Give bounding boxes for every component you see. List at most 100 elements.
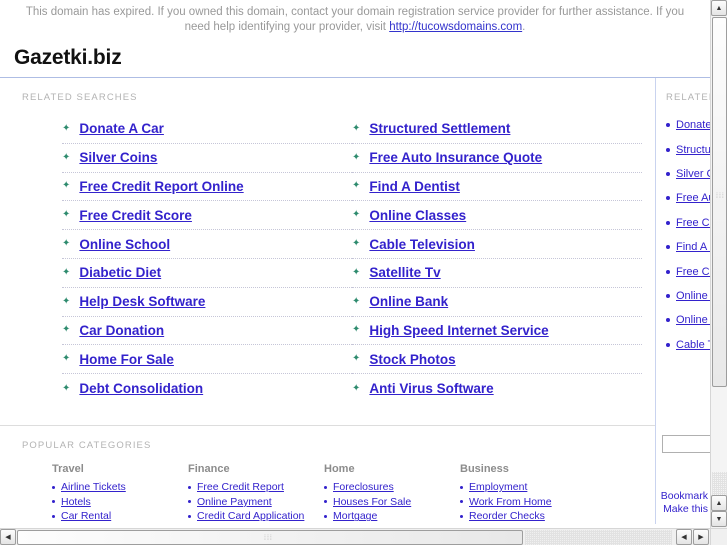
sidebar-related-item[interactable]: Cable Television [666,333,710,357]
related-search-link[interactable]: Stock Photos [369,352,455,367]
category-item[interactable]: Car Rental [52,509,188,524]
category-link[interactable]: Online Payment [197,496,272,508]
sidebar-related-item[interactable]: Structured Settlement [666,137,710,161]
sidebar-related-link[interactable]: Online School [676,314,710,326]
sidebar-related-link[interactable]: Free Auto Insurance Quote [676,192,710,204]
make-this-homepage-link[interactable]: Make this [656,503,708,516]
related-search-item[interactable]: ✦ Car Donation [62,317,352,346]
related-search-item[interactable]: ✦ Free Auto Insurance Quote [352,144,642,173]
related-search-link[interactable]: Anti Virus Software [369,381,493,396]
related-search-item[interactable]: ✦ Home For Sale [62,345,352,375]
related-search-item[interactable]: ✦ Debt Consolidation [62,374,352,403]
category-item[interactable]: Mortgage [324,509,460,524]
sidebar-related-link[interactable]: Find A Dentist [676,241,710,253]
category-link[interactable]: Mortgage [333,510,377,522]
sidebar-related-item[interactable]: Find A Dentist [666,235,710,259]
related-search-item[interactable]: ✦ Online School [62,230,352,259]
related-search-item[interactable]: ✦ Free Credit Score [62,201,352,231]
sidebar-related-link[interactable]: Silver Coins [676,168,710,180]
related-search-link[interactable]: Online Bank [369,294,448,309]
related-search-item[interactable]: ✦ High Speed Internet Service [352,317,642,346]
related-search-item[interactable]: ✦ Anti Virus Software [352,374,642,403]
sidebar-related-item[interactable]: Online Classes [666,284,710,308]
category-link[interactable]: Hotels [61,496,91,508]
related-search-link[interactable]: Free Credit Report Online [79,179,243,194]
related-search-link[interactable]: Car Donation [79,323,164,338]
sidebar-related-item[interactable]: Free Credit Score [666,259,710,283]
category-link[interactable]: Reorder Checks [469,510,545,522]
category-link[interactable]: Employment [469,481,527,493]
horizontal-scrollbar[interactable]: ◀ ⁞⁞⁞ ◀ ▶ [0,528,710,545]
related-search-link[interactable]: High Speed Internet Service [369,323,548,338]
horizontal-scroll-track[interactable] [525,530,672,545]
category-item[interactable]: Credit Card Application [188,509,324,524]
sidebar-related-link[interactable]: Structured Settlement [676,144,710,156]
related-search-item[interactable]: ✦ Stock Photos [352,345,642,375]
tucows-domains-link[interactable]: http://tucowsdomains.com [389,21,522,33]
related-search-item[interactable]: ✦ Structured Settlement [352,115,642,144]
page-viewport: This domain has expired. If you owned th… [0,0,710,528]
related-search-link[interactable]: Diabetic Diet [79,265,161,280]
category-item[interactable]: Employment [460,480,596,495]
category-item[interactable]: Foreclosures [324,480,460,495]
category-item[interactable]: Online Payment [188,495,324,510]
related-search-item[interactable]: ✦ Find A Dentist [352,173,642,202]
sidebar-related-item[interactable]: Free Credit Report Online [666,211,710,235]
category-item[interactable]: Free Credit Report [188,480,324,495]
related-search-item[interactable]: ✦ Free Credit Report Online [62,173,352,202]
related-search-item[interactable]: ✦ Cable Television [352,230,642,259]
vertical-scroll-thumb[interactable]: ⁞⁞⁞ [712,17,727,387]
scroll-up-button[interactable]: ▲ [711,0,727,16]
related-search-link[interactable]: Online Classes [369,208,466,223]
related-search-link[interactable]: Free Auto Insurance Quote [369,150,542,165]
related-search-item[interactable]: ✦ Online Classes [352,201,642,231]
related-search-item[interactable]: ✦ Diabetic Diet [62,259,352,288]
category-item[interactable]: Hotels [52,495,188,510]
related-search-link[interactable]: Silver Coins [79,150,157,165]
category-item[interactable]: Reorder Checks [460,509,596,524]
category-link[interactable]: Free Credit Report [197,481,284,493]
category-link[interactable]: Houses For Sale [333,496,411,508]
sidebar-related-link[interactable]: Cable Television [676,339,710,351]
sidebar-related-link[interactable]: Free Credit Score [676,266,710,278]
search-input[interactable] [662,435,710,453]
horizontal-scroll-thumb[interactable]: ⁞⁞⁞ [17,530,523,545]
related-search-link[interactable]: Debt Consolidation [79,381,203,396]
category-item[interactable]: Airline Tickets [52,480,188,495]
vertical-scrollbar[interactable]: ▲ ⁞⁞⁞ ▲ ▼ [710,0,727,545]
related-search-link[interactable]: Help Desk Software [79,294,205,309]
related-search-item[interactable]: ✦ Donate A Car [62,115,352,144]
related-search-link[interactable]: Cable Television [369,237,475,252]
category-item[interactable]: Houses For Sale [324,495,460,510]
related-search-link[interactable]: Online School [79,237,170,252]
category-link[interactable]: Work From Home [469,496,552,508]
category-item[interactable]: Work From Home [460,495,596,510]
related-search-item[interactable]: ✦ Help Desk Software [62,288,352,317]
sidebar-related-item[interactable]: Silver Coins [666,162,710,186]
sidebar-related-link[interactable]: Online Classes [676,290,710,302]
sidebar-related-item[interactable]: Online School [666,308,710,332]
sidebar-related-item[interactable]: Free Auto Insurance Quote [666,186,710,210]
sidebar-related-link[interactable]: Donate A Car [676,119,710,131]
category-link[interactable]: Airline Tickets [61,481,126,493]
related-search-link[interactable]: Satellite Tv [369,265,440,280]
sidebar-related-item[interactable]: Donate A Car [666,113,710,137]
related-search-link[interactable]: Home For Sale [79,352,174,367]
scroll-left-button-secondary[interactable]: ◀ [676,529,692,545]
scroll-right-button[interactable]: ▶ [693,529,709,545]
category-link[interactable]: Credit Card Application [197,510,304,522]
scroll-left-button[interactable]: ◀ [0,529,16,545]
related-search-link[interactable]: Structured Settlement [369,121,510,136]
bookmark-link[interactable]: Bookmark [656,490,708,503]
category-link[interactable]: Car Rental [61,510,111,522]
related-search-item[interactable]: ✦ Online Bank [352,288,642,317]
related-search-link[interactable]: Free Credit Score [79,208,192,223]
related-search-link[interactable]: Donate A Car [79,121,164,136]
category-link[interactable]: Foreclosures [333,481,394,493]
scroll-up-button-secondary[interactable]: ▲ [711,495,727,511]
scroll-down-button[interactable]: ▼ [711,511,727,527]
related-search-item[interactable]: ✦ Silver Coins [62,144,352,173]
sidebar-related-link[interactable]: Free Credit Report Online [676,217,710,229]
related-search-link[interactable]: Find A Dentist [369,179,460,194]
related-search-item[interactable]: ✦ Satellite Tv [352,259,642,288]
